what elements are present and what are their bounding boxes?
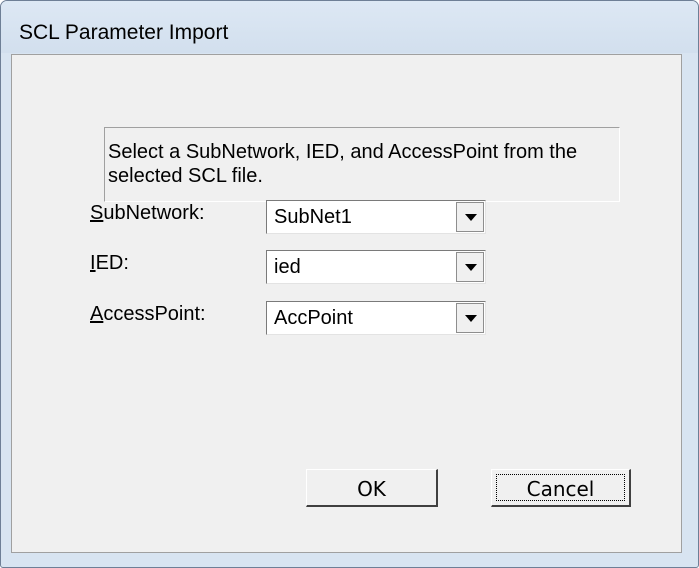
cancel-button-label: Cancel <box>526 477 595 501</box>
info-text: Select a SubNetwork, IED, and AccessPoin… <box>108 141 578 187</box>
accesspoint-combobox[interactable]: AccPoint <box>266 301 486 335</box>
window-title: SCL Parameter Import <box>19 21 229 44</box>
title-bar[interactable]: SCL Parameter Import <box>1 1 698 53</box>
ied-dropdown-button[interactable] <box>456 252 484 282</box>
subnetwork-value: SubNet1 <box>274 206 352 228</box>
subnetwork-combobox[interactable]: SubNet1 <box>266 200 486 234</box>
accesspoint-value: AccPoint <box>274 307 353 329</box>
info-box: Select a SubNetwork, IED, and AccessPoin… <box>104 127 620 202</box>
dialog-window: SCL Parameter Import Select a SubNetwork… <box>0 0 699 568</box>
cancel-button[interactable]: Cancel <box>491 469 631 507</box>
accesspoint-dropdown-button[interactable] <box>456 303 484 333</box>
dropdown-arrow-icon <box>465 214 477 221</box>
ok-button-label: OK <box>357 477 386 501</box>
dropdown-arrow-icon <box>465 315 477 322</box>
accesspoint-label: AccessPoint: <box>90 303 206 325</box>
dialog-client-area: Select a SubNetwork, IED, and AccessPoin… <box>11 54 682 553</box>
dropdown-arrow-icon <box>465 264 477 271</box>
ok-button[interactable]: OK <box>306 469 438 507</box>
subnetwork-dropdown-button[interactable] <box>456 202 484 232</box>
ied-label: IED: <box>90 252 129 274</box>
ied-value: ied <box>274 256 301 278</box>
ied-combobox[interactable]: ied <box>266 250 486 284</box>
subnetwork-label: SubNetwork: <box>90 202 205 224</box>
